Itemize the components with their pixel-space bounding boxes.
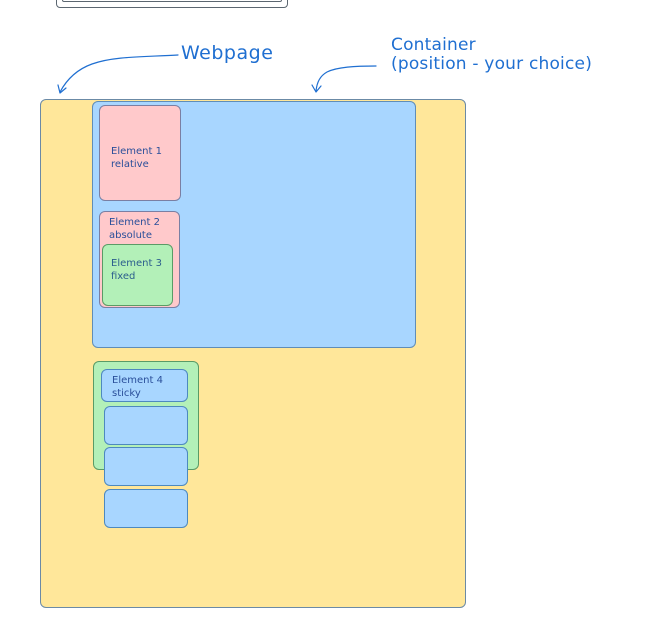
container-label: Container (position - your choice) [391,35,593,74]
element-1-label: Element 1 relative [111,146,162,170]
blue-block-1 [104,406,188,445]
element-3-label: Element 3 fixed [111,258,162,282]
container-arrow [315,65,377,92]
blue-block-3 [104,489,188,528]
webpage-label: Webpage [181,42,274,64]
element-2-label: Element 2 absolute [109,217,160,241]
webpage-arrowhead [57,84,67,94]
top-rectangle [56,0,288,8]
webpage-arrow [59,54,179,93]
element-4-label: Element 4 sticky [112,375,163,399]
container-arrowhead [311,84,322,93]
blue-block-2 [104,447,188,486]
